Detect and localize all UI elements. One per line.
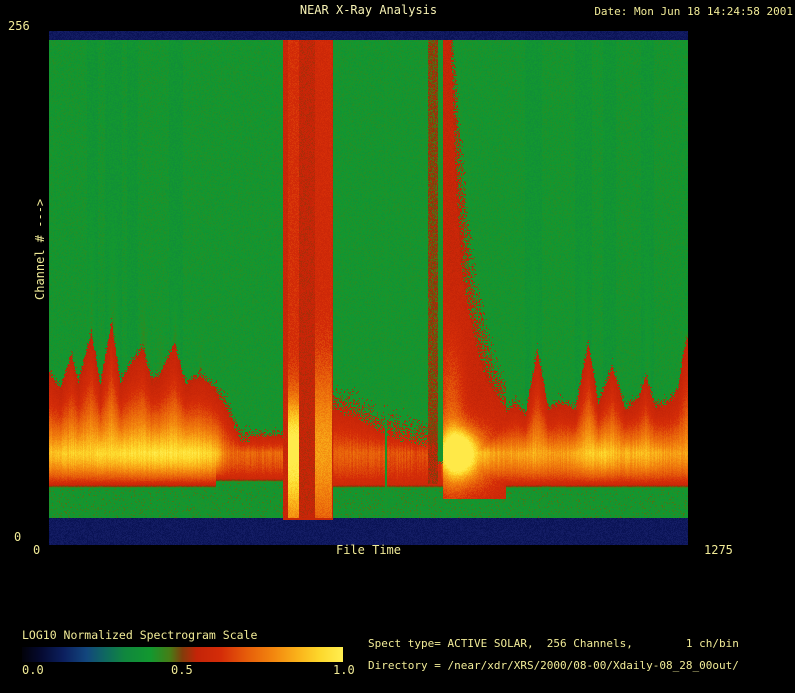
near-xray-analysis-screen: NEAR X-Ray Analysis Date: Mon Jun 18 14:…: [0, 0, 795, 693]
colorbar-tick-mid: 0.5: [171, 663, 193, 677]
x-axis-min-label: 0: [33, 543, 41, 557]
directory-info: Directory = /near/xdr/XRS/2000/08-00/Xda…: [368, 659, 739, 672]
y-axis-min-label: 0: [14, 530, 22, 544]
colorbar-tick-max: 1.0: [333, 663, 355, 677]
spectrogram-plot: [49, 31, 688, 545]
y-axis-title: Channel # --->: [33, 198, 47, 300]
spect-type-info: Spect type= ACTIVE SOLAR, 256 Channels, …: [368, 637, 739, 650]
x-axis-max-label: 1275: [704, 543, 733, 557]
timestamp: Date: Mon Jun 18 14:24:58 2001: [594, 5, 793, 18]
page-title: NEAR X-Ray Analysis: [299, 3, 438, 17]
x-axis-title: File Time: [335, 543, 402, 557]
y-axis-max-label: 256: [8, 19, 30, 33]
colorbar-title: LOG10 Normalized Spectrogram Scale: [22, 628, 258, 642]
colorbar: [22, 647, 343, 662]
colorbar-tick-min: 0.0: [22, 663, 44, 677]
